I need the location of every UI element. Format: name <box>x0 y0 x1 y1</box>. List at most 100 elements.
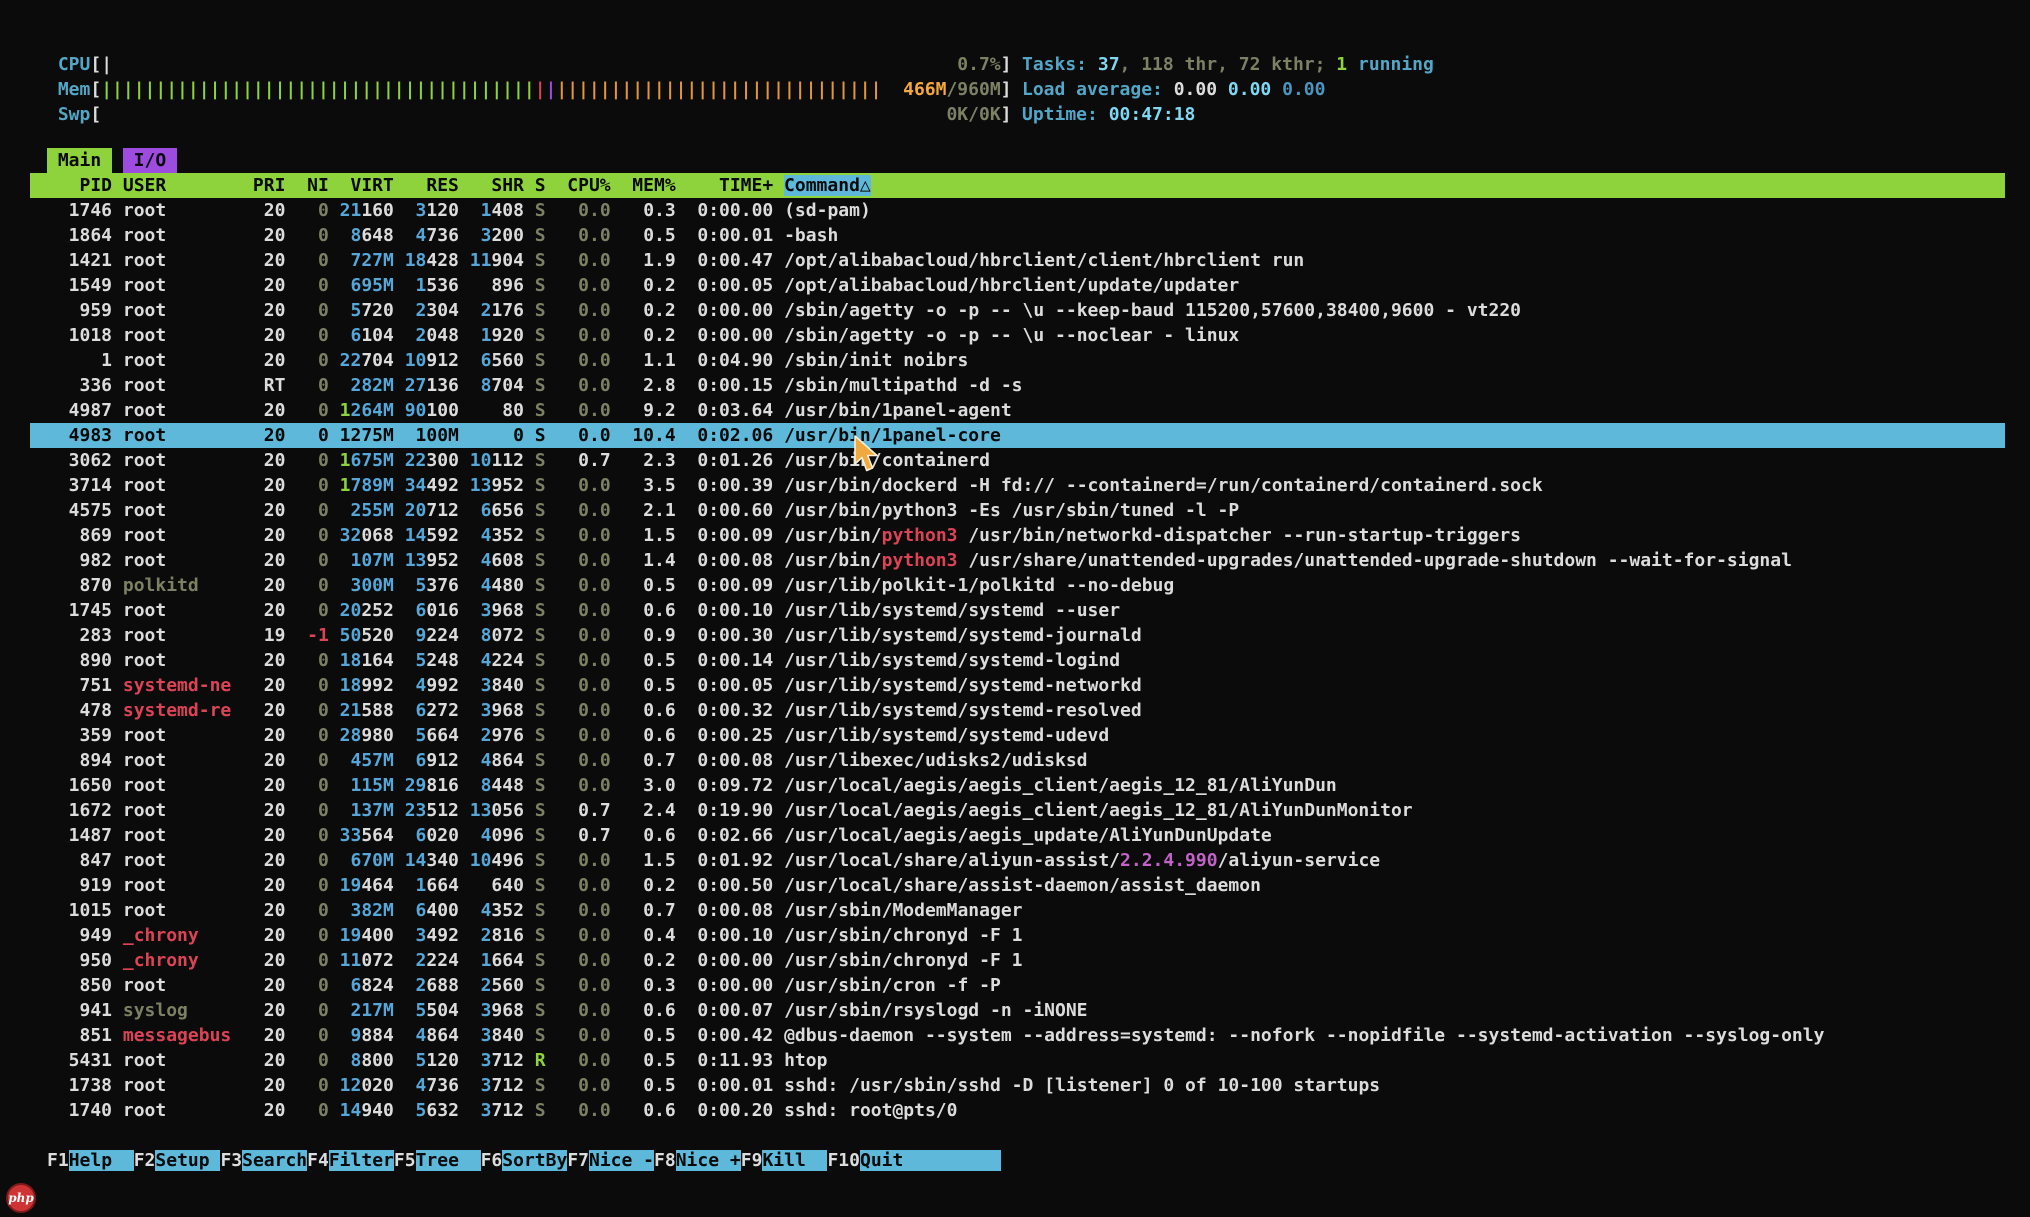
sp <box>524 400 535 421</box>
process-row[interactable]: 870 polkitd 20 0 300M 5376 4480 S 0.0 0.… <box>30 573 2005 598</box>
process-row[interactable]: 894 root 20 0 457M 6912 4864 S 0.0 0.7 0… <box>30 748 2005 773</box>
process-row[interactable]: 850 root 20 0 6824 2688 2560 S 0.0 0.3 0… <box>30 973 2005 998</box>
sp <box>524 675 535 696</box>
cell-pri: 20 <box>242 1075 285 1096</box>
column-header-ni[interactable]: NI <box>296 175 329 196</box>
column-header-cpu[interactable]: CPU% <box>556 175 610 196</box>
cell-user: root <box>123 525 231 546</box>
cell-mem: 2.8 <box>622 375 676 396</box>
bracket: [ <box>90 54 101 75</box>
fn-f10[interactable]: F10Quit <box>827 1150 1000 1171</box>
tab-i-o[interactable]: I/O <box>123 148 177 173</box>
process-row[interactable]: 847 root 20 0 670M 14340 10496 S 0.0 1.5… <box>30 848 2005 873</box>
process-row[interactable]: 359 root 20 0 28980 5664 2976 S 0.0 0.6 … <box>30 723 2005 748</box>
process-row[interactable]: 5431 root 20 0 8800 5120 3712 R 0.0 0.5 … <box>30 1048 2005 1073</box>
process-row[interactable]: 1738 root 20 0 12020 4736 3712 S 0.0 0.5… <box>30 1073 2005 1098</box>
sp <box>524 950 535 971</box>
fn-f1[interactable]: F1Help <box>47 1150 134 1171</box>
process-row[interactable]: 890 root 20 0 18164 5248 4224 S 0.0 0.5 … <box>30 648 2005 673</box>
column-header-user[interactable]: USER <box>123 175 231 196</box>
process-row[interactable]: 959 root 20 0 5720 2304 2176 S 0.0 0.2 0… <box>30 298 2005 323</box>
tab-main[interactable]: Main <box>47 148 112 173</box>
process-row[interactable]: 949 _chrony 20 0 19400 3492 2816 S 0.0 0… <box>30 923 2005 948</box>
process-row[interactable]: 1549 root 20 0 695M 1536 896 S 0.0 0.2 0… <box>30 273 2005 298</box>
sp <box>546 900 557 921</box>
process-row[interactable]: 1 root 20 0 22704 10912 6560 S 0.0 1.1 0… <box>30 348 2005 373</box>
cell-time: 0:02.06 <box>687 425 774 446</box>
column-header-virt[interactable]: VIRT <box>340 175 394 196</box>
column-header-pri[interactable]: PRI <box>242 175 285 196</box>
column-header-state[interactable]: S <box>535 175 546 196</box>
process-row[interactable]: 982 root 20 0 107M 13952 4608 S 0.0 1.4 … <box>30 548 2005 573</box>
process-row[interactable]: 1745 root 20 0 20252 6016 3968 S 0.0 0.6… <box>30 598 2005 623</box>
process-row[interactable]: 1746 root 20 0 21160 3120 1408 S 0.0 0.3… <box>30 198 2005 223</box>
cell-user: root <box>123 475 231 496</box>
meter-bars: | <box>101 52 112 77</box>
cell-state: S <box>535 875 546 896</box>
process-row[interactable]: 1421 root 20 0 727M 18428 11904 S 0.0 1.… <box>30 248 2005 273</box>
column-header-shr[interactable]: SHR <box>470 175 524 196</box>
cell-shr: 968 <box>491 1000 524 1021</box>
process-row[interactable]: 919 root 20 0 19464 1664 640 S 0.0 0.2 0… <box>30 873 2005 898</box>
cell-virt: 282M <box>340 375 394 396</box>
process-row[interactable]: 950 _chrony 20 0 11072 2224 1664 S 0.0 0… <box>30 948 2005 973</box>
sp <box>112 1000 123 1021</box>
column-header-time[interactable]: TIME+ <box>687 175 774 196</box>
fn-f6[interactable]: F6SortBy <box>481 1150 568 1171</box>
process-row[interactable]: 851 messagebus 20 0 9884 4864 3840 S 0.0… <box>30 1023 2005 1048</box>
sp <box>329 175 340 196</box>
sp <box>459 625 470 646</box>
process-row[interactable]: 1650 root 20 0 115M 29816 8448 S 0.0 3.0… <box>30 773 2005 798</box>
fn-f2[interactable]: F2Setup <box>134 1150 221 1171</box>
cell-user: root <box>123 1100 231 1121</box>
process-row[interactable]: 1487 root 20 0 33564 6020 4096 S 0.7 0.6… <box>30 823 2005 848</box>
sp <box>524 1025 535 1046</box>
process-row[interactable]: 4983 root 20 0 1275M 100M 0 S 0.0 10.4 0… <box>30 423 2005 448</box>
cell-shr: 896 <box>470 275 524 296</box>
sp <box>676 850 687 871</box>
column-header-mem[interactable]: MEM% <box>621 175 675 196</box>
process-row[interactable]: 1015 root 20 0 382M 6400 4352 S 0.0 0.7 … <box>30 898 2005 923</box>
uptime-label: Uptime: <box>1022 104 1109 125</box>
sp <box>112 775 123 796</box>
cell-virt: 164 <box>361 650 394 671</box>
cell-time: 0:00.05 <box>687 275 774 296</box>
sp <box>676 550 687 571</box>
column-header-command[interactable]: Command△ <box>784 175 871 196</box>
fn-f8[interactable]: F8Nice + <box>654 1150 741 1171</box>
fn-f4[interactable]: F4Filter <box>307 1150 394 1171</box>
sp <box>231 825 242 846</box>
process-row[interactable]: 751 systemd-ne 20 0 18992 4992 3840 S 0.… <box>30 673 2005 698</box>
column-header-res[interactable]: RES <box>405 175 459 196</box>
column-header-pid[interactable]: PID <box>47 175 112 196</box>
cell-res: 272 <box>426 700 459 721</box>
fn-f9[interactable]: F9Kill <box>741 1150 828 1171</box>
sp <box>524 850 535 871</box>
fn-f3[interactable]: F3Search <box>220 1150 307 1171</box>
process-row[interactable]: 941 syslog 20 0 217M 5504 3968 S 0.0 0.6… <box>30 998 2005 1023</box>
process-row[interactable]: 336 root RT 0 282M 27136 8704 S 0.0 2.8 … <box>30 373 2005 398</box>
sp <box>285 375 296 396</box>
cell-virt: 382M <box>340 900 394 921</box>
process-row[interactable]: 1018 root 20 0 6104 2048 1920 S 0.0 0.2 … <box>30 323 2005 348</box>
sp <box>524 625 535 646</box>
process-row[interactable]: 283 root 19 -1 50520 9224 8072 S 0.0 0.9… <box>30 623 2005 648</box>
sp <box>546 525 557 546</box>
sp <box>773 250 784 271</box>
fn-f7[interactable]: F7Nice - <box>567 1150 654 1171</box>
sp <box>611 700 622 721</box>
process-row[interactable]: 1672 root 20 0 137M 23512 13056 S 0.7 2.… <box>30 798 2005 823</box>
sp <box>112 950 123 971</box>
fn-f5[interactable]: F5Tree <box>394 1150 481 1171</box>
process-row[interactable]: 3062 root 20 0 1675M 22300 10112 S 0.7 2… <box>30 448 2005 473</box>
process-row[interactable]: 4987 root 20 0 1264M 90100 80 S 0.0 9.2 … <box>30 398 2005 423</box>
process-row[interactable]: 1740 root 20 0 14940 5632 3712 S 0.0 0.6… <box>30 1098 2005 1123</box>
process-row[interactable]: 4575 root 20 0 255M 20712 6656 S 0.0 2.1… <box>30 498 2005 523</box>
process-row[interactable]: 3714 root 20 0 1789M 34492 13952 S 0.0 3… <box>30 473 2005 498</box>
process-row[interactable]: 478 systemd-re 20 0 21588 6272 3968 S 0.… <box>30 698 2005 723</box>
cell-shr: 4 <box>470 650 492 671</box>
bracket: ] <box>1001 54 1012 75</box>
meter-track: 0K/0K <box>101 102 1000 127</box>
process-row[interactable]: 1864 root 20 0 8648 4736 3200 S 0.0 0.5 … <box>30 223 2005 248</box>
process-row[interactable]: 869 root 20 0 32068 14592 4352 S 0.0 1.5… <box>30 523 2005 548</box>
